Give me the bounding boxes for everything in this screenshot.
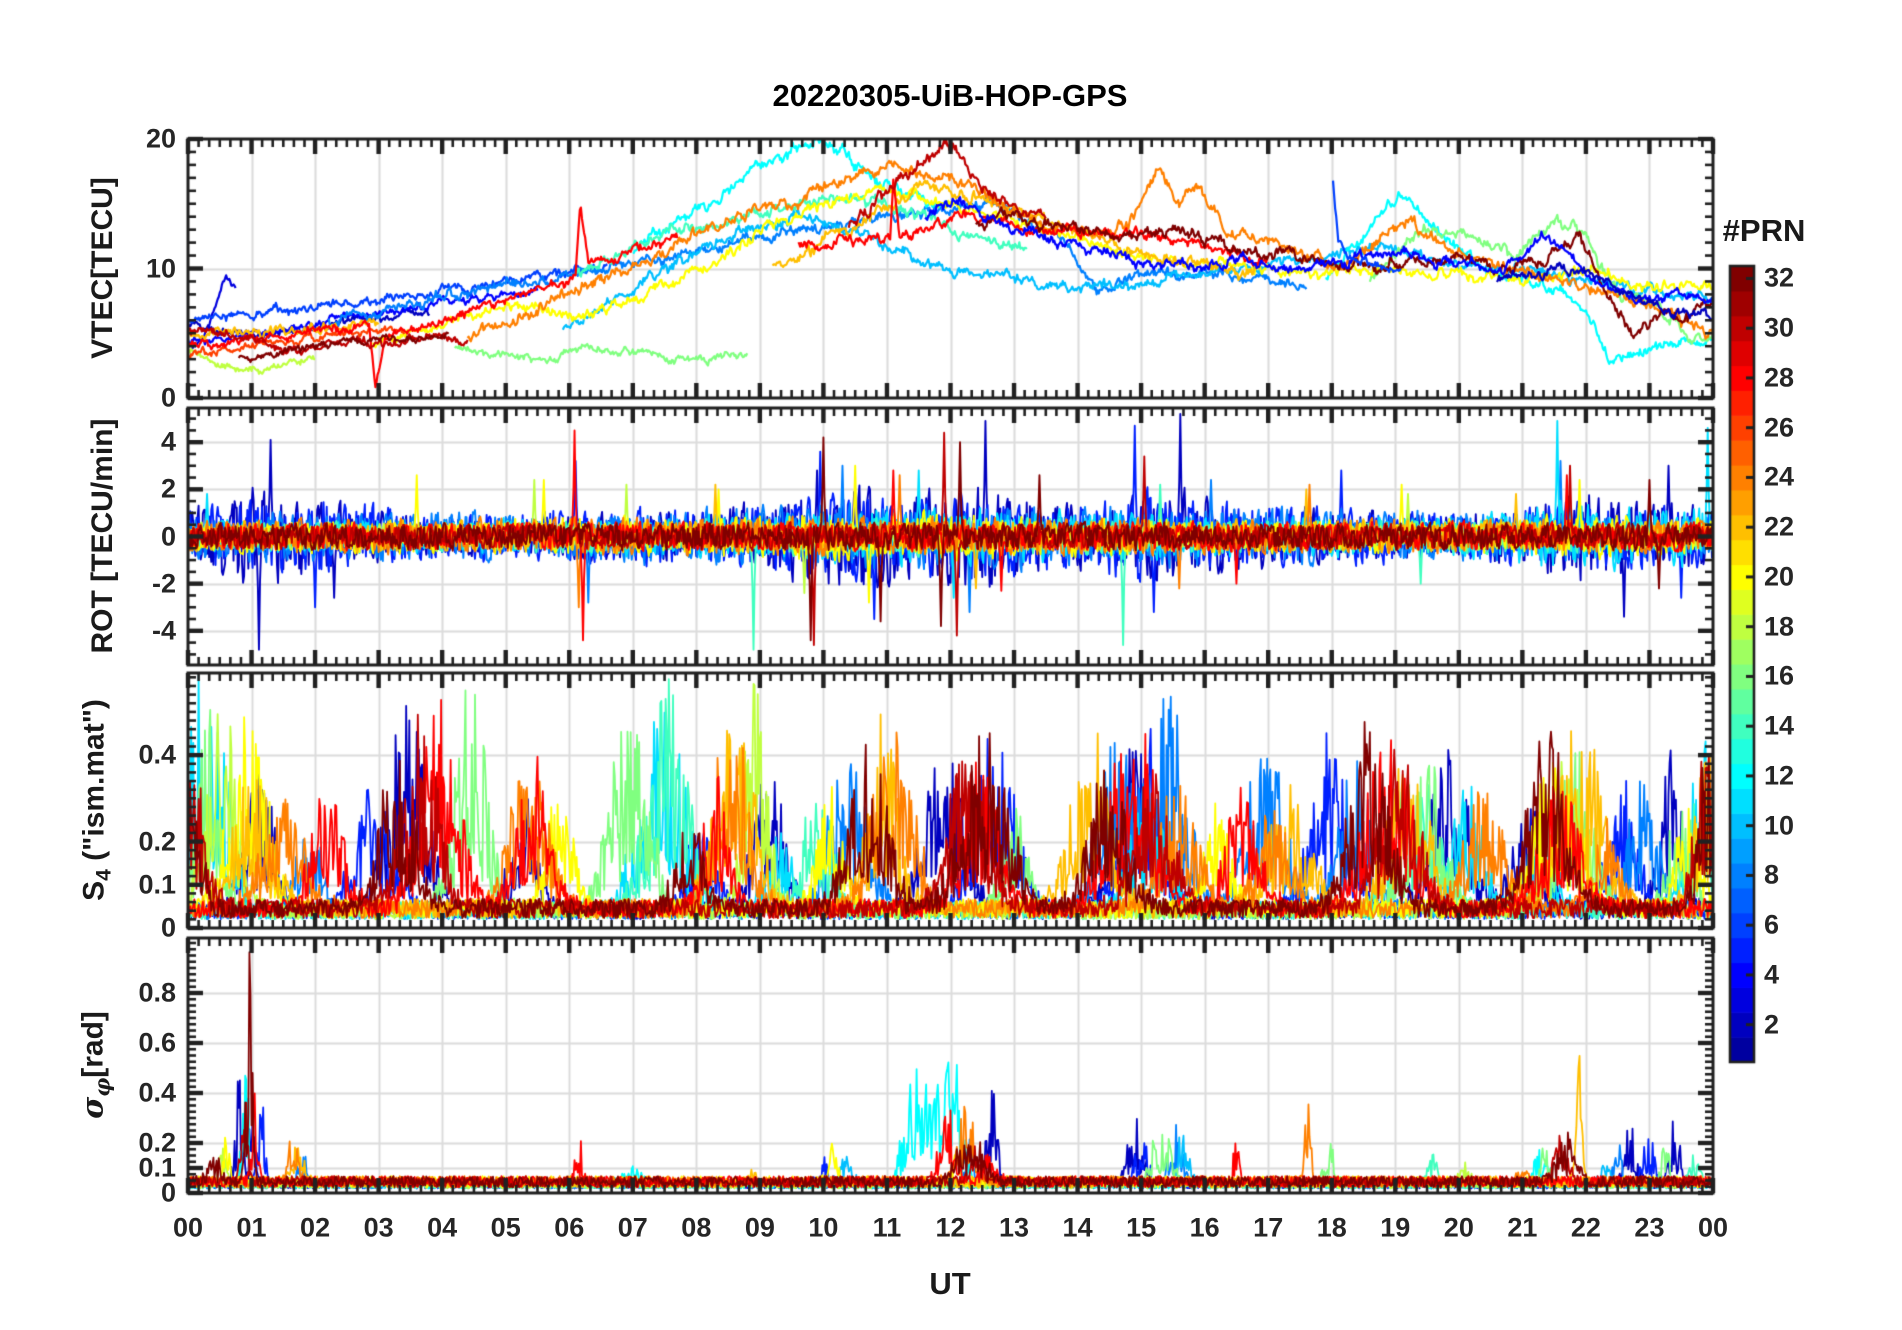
y-tick-label: 0 [160,521,176,551]
colorbar-tick-label: 20 [1764,561,1795,592]
y-tick-label: 0 [160,912,176,943]
y-tick-label: 10 [145,253,176,283]
colorbar-tick-label: 22 [1764,511,1795,542]
y-tick-label: -4 [151,615,176,646]
x-tick-label: 02 [300,1212,331,1243]
rot-axis-label-text: ROT [TECU/min] [86,418,119,654]
s4-axis-label-rest: ("ism.mat") [77,699,111,870]
s4-axis-label-sub: 4 [92,869,116,881]
figure-title: 20220305-UiB-HOP-GPS [772,78,1128,113]
colorbar-tick-label: 18 [1764,611,1795,642]
x-tick-label: 09 [744,1212,775,1243]
colorbar-tick-label: 24 [1764,461,1795,492]
y-tick-label: 0.6 [138,1027,176,1058]
colorbar-tick-label: 26 [1764,412,1795,443]
x-tick-label: 19 [1380,1212,1411,1243]
s4-axis-label-main: S [77,880,111,901]
colorbar-tick-label: 12 [1764,760,1795,791]
sigma-axis-label-main: σ [75,1096,111,1119]
x-tick-label: 11 [872,1212,902,1243]
sigma-axis-label-sub: φ [89,1077,115,1097]
colorbar-tick-label: 2 [1764,1009,1780,1040]
x-tick-label: 17 [1253,1212,1284,1243]
figure: 20220305-UiB-HOP-GPS VTEC[TECU] ROT [TEC… [0,0,1902,1330]
vtec-axis-label: VTEC[TECU] [86,177,120,359]
y-tick-label: 0.4 [138,739,176,770]
colorbar-tick-label: 32 [1764,262,1795,293]
rot-axis-label: ROT [TECU/min] [86,419,120,654]
x-tick-label: 04 [427,1212,458,1243]
colorbar-tick-label: 14 [1764,710,1795,741]
x-tick-label: 13 [999,1212,1030,1243]
sigma-phi-axis-label: σφ[rad] [76,1011,115,1119]
x-tick-label: 16 [1189,1212,1220,1243]
x-tick-label: 12 [935,1212,966,1243]
sigma-axis-label-rest: [rad] [76,1011,110,1078]
y-tick-label: 0.4 [138,1077,176,1108]
y-tick-label: 0.1 [138,869,176,900]
y-tick-label: -2 [151,568,176,599]
colorbar-tick-label: 8 [1764,859,1780,890]
y-tick-label: 2 [160,473,176,504]
x-tick-label: 07 [617,1212,648,1243]
plot-canvas [0,0,1902,1330]
x-tick-label: 00 [1697,1212,1729,1243]
x-tick-label: 10 [808,1212,839,1243]
vtec-axis-label-text: VTEC[TECU] [86,177,119,359]
s4-axis-label: S4 ("ism.mat") [78,699,117,901]
x-tick-label: 15 [1126,1212,1157,1243]
x-tick-label: 00 [172,1212,204,1243]
y-tick-label: 0.2 [138,1127,176,1158]
colorbar-title: #PRN [1722,213,1806,248]
x-tick-label: 14 [1062,1212,1093,1243]
colorbar-tick-label: 30 [1764,312,1795,343]
y-tick-label: 0.8 [138,977,176,1008]
y-tick-label: 4 [160,426,176,457]
y-tick-label: 0.2 [138,826,176,857]
x-tick-label: 18 [1316,1212,1347,1243]
colorbar-tick-label: 16 [1764,660,1795,691]
x-axis-label: UT [929,1266,971,1301]
x-tick-label: 22 [1570,1212,1601,1243]
x-tick-label: 21 [1507,1212,1538,1243]
x-tick-label: 23 [1634,1212,1665,1243]
x-tick-label: 05 [490,1212,521,1243]
x-tick-label: 03 [363,1212,394,1243]
colorbar-tick-label: 28 [1764,362,1795,393]
x-tick-label: 08 [681,1212,712,1243]
y-tick-label: 0 [160,382,176,413]
x-tick-label: 20 [1443,1212,1474,1243]
colorbar-tick-label: 6 [1764,909,1780,940]
x-tick-label: 06 [554,1212,585,1243]
y-tick-label: 20 [145,123,176,154]
colorbar-tick-label: 10 [1764,810,1795,841]
colorbar-tick-label: 4 [1764,959,1780,990]
x-tick-label: 01 [236,1212,267,1243]
